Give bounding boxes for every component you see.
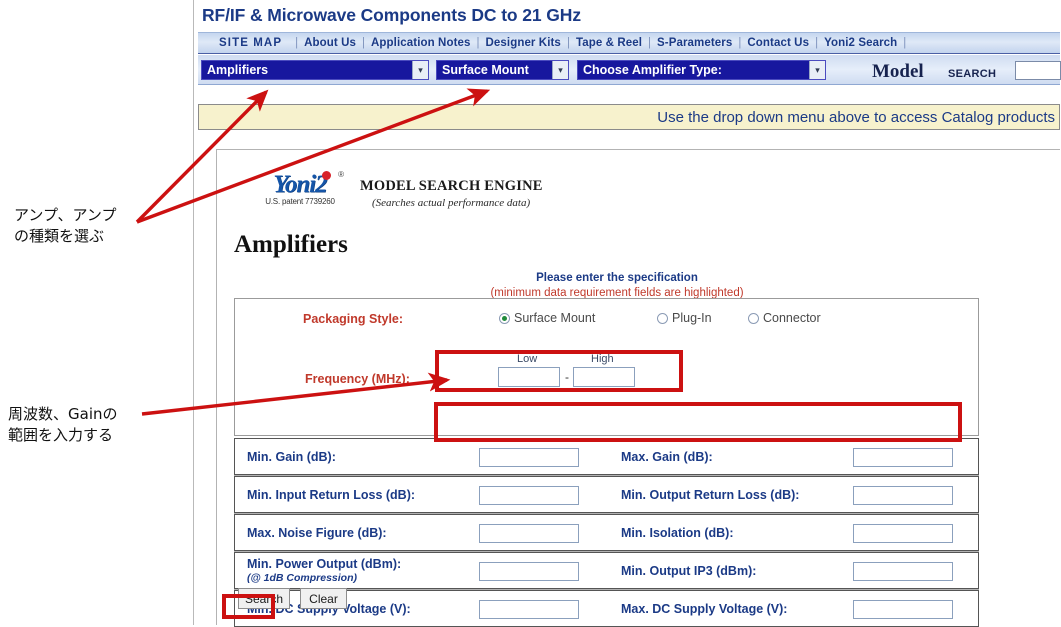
chevron-down-icon: ▾ <box>809 61 825 79</box>
search-engine-title-block: MODEL SEARCH ENGINE (Searches actual per… <box>360 172 543 209</box>
model-search-label: Model <box>872 61 924 82</box>
annotation-note-amplifier: アンプ、アンプ の種類を選ぶ <box>14 206 117 245</box>
row-right-label: Max. DC Supply Voltage (V): <box>621 601 788 616</box>
packaging-style-label: Packaging Style: <box>303 312 404 326</box>
min-isolation-input[interactable] <box>853 524 953 543</box>
catalog-notice-banner: Use the drop down menu above to access C… <box>198 104 1060 130</box>
nav-separator: | <box>903 37 907 49</box>
frequency-highlight-box <box>435 350 683 392</box>
max-gain-input[interactable] <box>853 448 953 467</box>
search-engine-title: MODEL SEARCH ENGINE <box>360 178 543 194</box>
web-page: RF/IF & Microwave Components DC to 21 GH… <box>193 0 1061 627</box>
package-dropdown-value: Surface Mount <box>442 63 529 77</box>
yoni2-logo-block: ® Yoni2 U.S. patent 7739260 MODEL SEARCH… <box>252 170 543 209</box>
min-dc-supply-voltage-input[interactable] <box>479 600 579 619</box>
radio-connector-label: Connector <box>763 311 821 325</box>
category-dropdown[interactable]: Amplifiers ▾ <box>201 60 429 80</box>
row-left-label-text: Min. Power Output (dBm): <box>247 557 402 571</box>
row-left-label: Min. Gain (dB): <box>247 439 336 474</box>
model-search-sublabel: SEARCH <box>948 68 997 80</box>
gain-highlight-box <box>434 402 962 442</box>
nav-link-tape-and-reel[interactable]: Tape & Reel <box>571 37 647 49</box>
main-navigation: SITE MAP | About Us | Application Notes … <box>198 32 1060 54</box>
radio-button-icon <box>748 312 759 324</box>
chevron-down-icon: ▾ <box>552 61 568 79</box>
radio-button-icon <box>657 312 668 324</box>
catalog-notice-text: Use the drop down menu above to access C… <box>657 108 1055 126</box>
row-left-label: Min. Power Output (dBm): (@ 1dB Compress… <box>247 553 401 588</box>
row-right-label: Min. Output Return Loss (dB): <box>621 487 800 502</box>
min-power-output-input[interactable] <box>479 562 579 581</box>
radio-button-icon <box>499 312 510 324</box>
frequency-label: Frequency (MHz): <box>305 372 410 386</box>
radio-surface-mount-label: Surface Mount <box>514 311 596 325</box>
nav-link-yoni2-search[interactable]: Yoni2 Search <box>819 37 902 49</box>
min-gain-input[interactable] <box>479 448 579 467</box>
radio-plug-in-label: Plug-In <box>672 311 712 325</box>
search-button-highlight-box <box>222 594 275 619</box>
max-dc-supply-voltage-input[interactable] <box>853 600 953 619</box>
package-dropdown[interactable]: Surface Mount ▾ <box>436 60 569 80</box>
min-output-return-loss-input[interactable] <box>853 486 953 505</box>
logo-dot-icon <box>322 171 331 180</box>
amplifier-type-dropdown-value: Choose Amplifier Type: <box>583 63 722 77</box>
row-left-sublabel-text: (@ 1dB Compression) <box>247 572 357 584</box>
model-search-input[interactable] <box>1015 61 1061 80</box>
category-dropdown-value: Amplifiers <box>207 63 269 77</box>
row-left-label: Min. Input Return Loss (dB): <box>247 477 415 512</box>
yoni2-logo-mark: ® Yoni2 U.S. patent 7739260 <box>252 170 348 206</box>
nav-link-s-parameters[interactable]: S-Parameters <box>652 37 737 49</box>
row-left-label-text: Max. Noise Figure (dB): <box>247 525 387 540</box>
row-left-label-text: Min. Input Return Loss (dB): <box>247 487 416 502</box>
nav-link-site-map[interactable]: SITE MAP <box>214 37 294 49</box>
row-right-label: Min. Isolation (dB): <box>621 525 734 540</box>
chevron-down-icon: ▾ <box>412 61 428 79</box>
row-left-label-text: Min. Gain (dB): <box>247 449 336 464</box>
row-left-label: Max. Noise Figure (dB): <box>247 515 387 550</box>
registered-trademark-icon: ® <box>338 170 344 179</box>
max-noise-figure-input[interactable] <box>479 524 579 543</box>
page-title: Amplifiers <box>234 231 348 258</box>
amplifier-type-dropdown[interactable]: Choose Amplifier Type: ▾ <box>577 60 826 80</box>
site-title: RF/IF & Microwave Components DC to 21 GH… <box>202 5 581 25</box>
table-row: Min. Power Output (dBm): (@ 1dB Compress… <box>234 552 979 589</box>
nav-link-designer-kits[interactable]: Designer Kits <box>481 37 566 49</box>
min-input-return-loss-input[interactable] <box>479 486 579 505</box>
spec-instruction-primary: Please enter the specification <box>536 272 698 284</box>
radio-plug-in[interactable]: Plug-In <box>657 311 712 325</box>
row-right-label: Min. Output IP3 (dBm): <box>621 563 757 578</box>
selector-bar: Amplifiers ▾ Surface Mount ▾ Choose Ampl… <box>198 55 1061 85</box>
table-row: Min. Gain (dB): Max. Gain (dB): <box>234 438 979 475</box>
nav-link-application-notes[interactable]: Application Notes <box>366 37 475 49</box>
annotation-note-frequency: 周波数、Gainの 範囲を入力する <box>8 405 118 444</box>
patent-text: U.S. patent 7739260 <box>265 197 335 206</box>
search-engine-subtitle: (Searches actual performance data) <box>372 197 531 209</box>
radio-connector[interactable]: Connector <box>748 311 821 325</box>
nav-link-contact-us[interactable]: Contact Us <box>742 37 814 49</box>
clear-button[interactable]: Clear <box>300 588 347 609</box>
nav-link-about-us[interactable]: About Us <box>299 37 361 49</box>
logo-wordmark: Yoni2 <box>252 172 348 198</box>
logo-word: Yoni <box>273 171 316 198</box>
table-row: Max. Noise Figure (dB): Min. Isolation (… <box>234 514 979 551</box>
row-right-label: Max. Gain (dB): <box>621 449 713 464</box>
min-output-ip3-input[interactable] <box>853 562 953 581</box>
table-row: Min. Input Return Loss (dB): Min. Output… <box>234 476 979 513</box>
radio-surface-mount[interactable]: Surface Mount <box>499 311 595 325</box>
